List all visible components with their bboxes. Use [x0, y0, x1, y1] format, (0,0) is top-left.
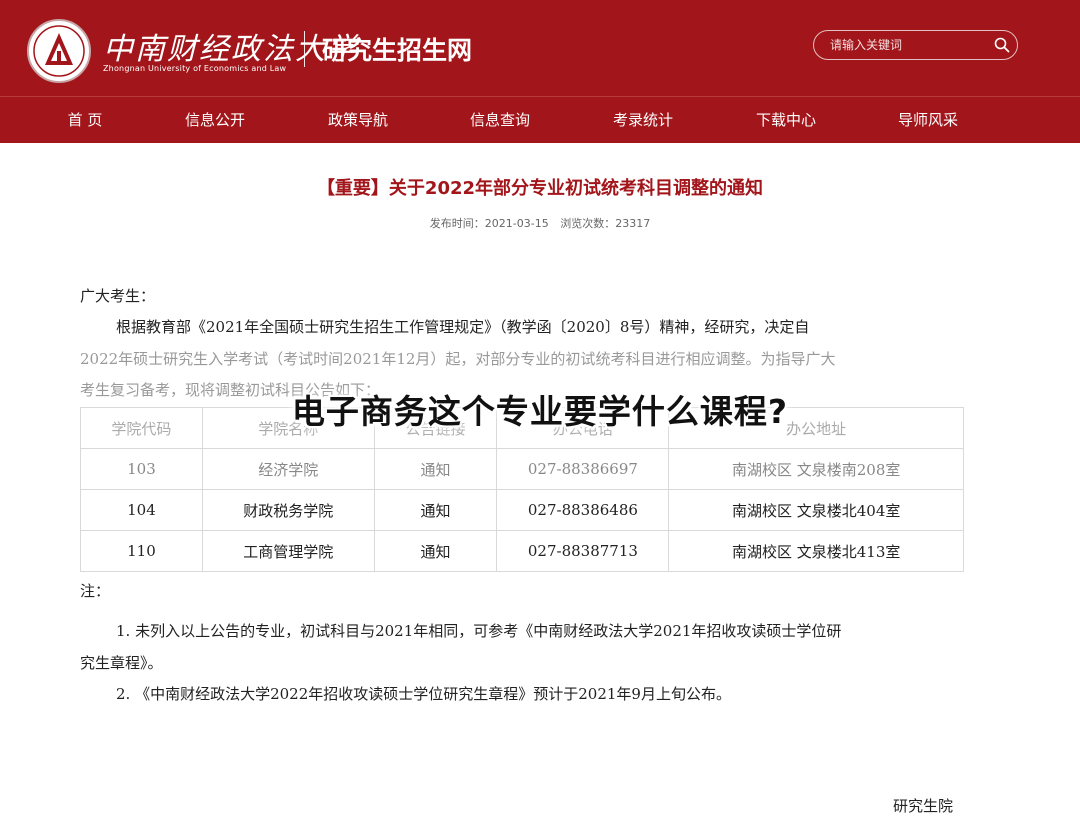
table-row: 110 工商管理学院 通知 027-88387713 南湖校区 文泉楼北413室: [80, 530, 964, 572]
university-name-en: Zhongnan University of Economics and Law: [103, 64, 287, 73]
publish-date: 2021-03-15: [484, 217, 549, 230]
search-box: [813, 30, 1018, 60]
college-code: 104: [80, 489, 203, 531]
nav-supervisors[interactable]: 导师风采: [892, 97, 964, 144]
college-name: 工商管理学院: [201, 530, 375, 572]
university-emblem-icon[interactable]: [27, 19, 91, 83]
nav-info-disclosure[interactable]: 信息公开: [179, 97, 251, 144]
views-count: 23317: [615, 217, 651, 230]
paragraph-line: 根据教育部《2021年全国硕士研究生招生工作管理规定》（教学函〔2020〕8号）…: [116, 318, 810, 336]
college-code: 103: [80, 448, 203, 490]
note-line: 1. 未列入以上公告的专业，初试科目与2021年相同，可参考《中南财经政法大学2…: [116, 622, 842, 640]
table-row: 104 财政税务学院 通知 027-88386486 南湖校区 文泉楼北404室: [80, 489, 964, 531]
search-input[interactable]: [830, 37, 980, 53]
signature: 研究生院: [893, 797, 954, 815]
nav-info-query[interactable]: 信息查询: [464, 97, 536, 144]
nav-download-center[interactable]: 下载中心: [750, 97, 822, 144]
table-row: 103 经济学院 通知 027-88386697 南湖校区 文泉楼南208室: [80, 448, 964, 490]
office-phone: 027-88386486: [496, 489, 670, 531]
office-phone: 027-88386697: [496, 448, 670, 490]
nav-policy-guide[interactable]: 政策导航: [322, 97, 394, 144]
publish-label: 发布时间：: [429, 217, 485, 230]
site-title[interactable]: 研究生招生网: [322, 31, 472, 67]
notice-link[interactable]: 通知: [373, 489, 498, 531]
office-address: 南湖校区 文泉楼南208室: [668, 448, 964, 490]
college-name: 经济学院: [201, 448, 375, 490]
college-name: 财政税务学院: [201, 489, 375, 531]
overlay-question: 电子商务这个专业要学什么课程?: [291, 392, 789, 431]
office-address: 南湖校区 文泉楼北413室: [668, 530, 964, 572]
paragraph-line: 2022年硕士研究生入学考试（考试时间2021年12月）起，对部分专业的初试统考…: [80, 350, 836, 368]
office-address: 南湖校区 文泉楼北404室: [668, 489, 964, 531]
main-nav: 首 页 信息公开 政策导航 信息查询 考录统计 下载中心 导师风采: [0, 96, 1080, 143]
site-header: 中南财经政法大学 Zhongnan University of Economic…: [0, 0, 1080, 96]
nav-home[interactable]: 首 页: [60, 97, 110, 144]
note-label: 注：: [80, 582, 111, 600]
views-label: 浏览次数：: [560, 217, 616, 230]
search-icon[interactable]: [994, 37, 1010, 53]
salutation: 广大考生：: [80, 287, 156, 305]
office-phone: 027-88387713: [496, 530, 670, 572]
university-name-cn[interactable]: 中南财经政法大学: [103, 24, 359, 68]
note-line: 究生章程》。: [80, 654, 163, 672]
notice-link[interactable]: 通知: [373, 448, 498, 490]
nav-admission-stats[interactable]: 考录统计: [607, 97, 679, 144]
college-code: 110: [80, 530, 203, 572]
notice-link[interactable]: 通知: [373, 530, 498, 572]
header-divider: [304, 31, 305, 67]
note-line: 2. 《中南财经政法大学2022年招收攻读硕士学位研究生章程》预计于2021年9…: [116, 685, 731, 703]
article-meta: 发布时间：2021-03-15 浏览次数：23317: [0, 215, 1080, 231]
article-title: 【重要】关于2022年部分专业初试统考科目调整的通知: [316, 178, 764, 199]
